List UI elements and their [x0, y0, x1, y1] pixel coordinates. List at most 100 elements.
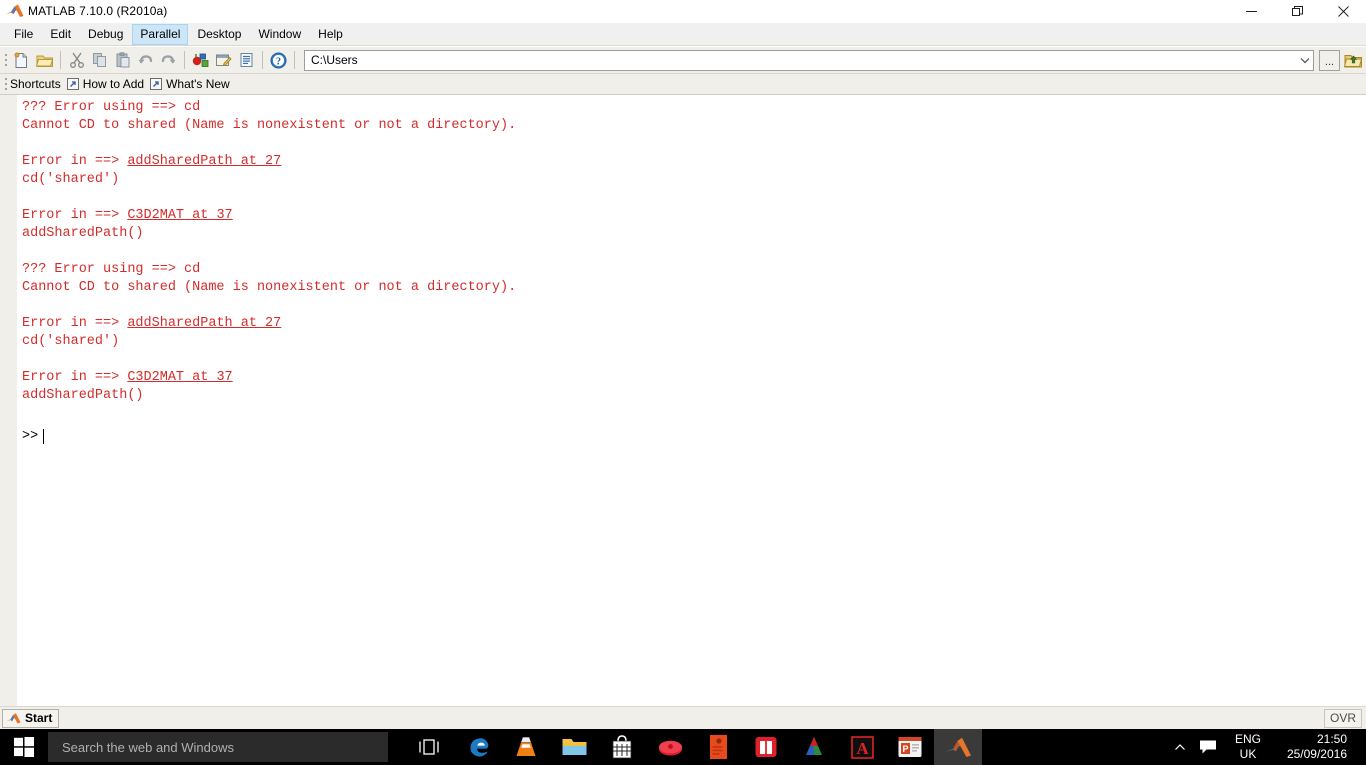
matlab-icon[interactable] — [934, 729, 982, 765]
console-line: Error in ==> C3D2MAT at 37 — [18, 369, 1366, 387]
console-line: ??? Error using ==> cd — [22, 262, 201, 277]
edge-icon[interactable] — [454, 729, 502, 765]
file-explorer-icon[interactable] — [550, 729, 598, 765]
chevron-down-icon[interactable] — [1296, 51, 1313, 70]
error-link-c3d2mat[interactable]: C3D2MAT at 37 — [127, 370, 232, 385]
guide-icon[interactable] — [212, 49, 235, 72]
copy-icon[interactable] — [88, 49, 111, 72]
matlab-status-bar: Start OVR — [0, 706, 1366, 729]
matlab-logo-icon — [6, 712, 21, 725]
menu-item-help[interactable]: Help — [310, 24, 351, 45]
new-file-icon[interactable] — [10, 49, 33, 72]
close-icon[interactable] — [1320, 0, 1366, 23]
up-one-level-icon[interactable] — [1340, 49, 1366, 72]
acrobat-icon[interactable]: A — [838, 729, 886, 765]
menu-item-desktop[interactable]: Desktop — [189, 24, 249, 45]
system-tray: ENG UK 21:50 25/09/2016 — [1167, 729, 1366, 765]
restore-icon[interactable] — [1274, 0, 1320, 23]
language-indicator[interactable]: ENG UK — [1231, 732, 1265, 762]
action-center-icon[interactable] — [1193, 739, 1223, 755]
current-directory-input[interactable] — [305, 51, 1296, 69]
taskbar-search-input[interactable] — [48, 738, 388, 756]
console-line: Cannot CD to shared (Name is nonexistent… — [22, 118, 517, 133]
simulink-icon[interactable] — [189, 49, 212, 72]
open-folder-icon[interactable] — [33, 49, 56, 72]
drive-icon[interactable] — [790, 729, 838, 765]
matlab-logo-icon — [5, 3, 25, 19]
window-title: MATLAB 7.10.0 (R2010a) — [28, 4, 168, 18]
toolbar-separator — [262, 51, 263, 69]
command-window[interactable]: ??? Error using ==> cd Cannot CD to shar… — [0, 95, 1366, 706]
shortcut-how-to-add[interactable]: How to Add — [83, 77, 144, 91]
cut-icon[interactable] — [65, 49, 88, 72]
window-controls — [1228, 0, 1366, 23]
vlc-icon[interactable] — [502, 729, 550, 765]
browse-for-folder-button[interactable]: ... — [1319, 49, 1340, 71]
console-line: cd('shared') — [22, 334, 120, 349]
toolbar-separator — [184, 51, 185, 69]
zotero-icon[interactable] — [694, 729, 742, 765]
matlab-start-label: Start — [25, 711, 53, 725]
shortcut-arrow-icon — [66, 78, 79, 90]
shortcut-arrow-icon — [150, 78, 163, 90]
console-text: Error in ==> — [22, 154, 128, 169]
menu-bar: File Edit Debug Parallel Desktop Window … — [0, 23, 1366, 46]
shortcuts-label[interactable]: Shortcuts — [10, 77, 61, 91]
show-desktop-button[interactable] — [1357, 729, 1360, 765]
error-link-addsharedpath[interactable]: addSharedPath at 27 — [127, 154, 281, 169]
command-prompt-row[interactable]: fx >> — [18, 425, 1366, 447]
taskbar-search-box[interactable] — [48, 732, 388, 762]
powerpoint-icon[interactable]: P — [886, 729, 934, 765]
shortcut-whats-new[interactable]: What's New — [166, 77, 230, 91]
show-hidden-icons-icon[interactable] — [1167, 743, 1193, 752]
menu-item-edit[interactable]: Edit — [42, 24, 79, 45]
toolbar-separator — [294, 51, 295, 69]
toolbar-grip[interactable] — [2, 49, 9, 71]
menu-item-debug[interactable]: Debug — [80, 24, 131, 45]
error-link-c3d2mat[interactable]: C3D2MAT at 37 — [127, 208, 232, 223]
menu-item-file[interactable]: File — [6, 24, 41, 45]
menu-item-parallel[interactable]: Parallel — [132, 23, 189, 45]
matlab-start-button[interactable]: Start — [2, 708, 60, 728]
windows-taskbar: A P — [0, 729, 1366, 765]
clock[interactable]: 21:50 25/09/2016 — [1273, 732, 1347, 762]
task-view-icon[interactable] — [408, 729, 450, 765]
language-line-1: ENG — [1234, 732, 1261, 746]
overwrite-mode-indicator[interactable]: OVR — [1323, 708, 1362, 728]
current-directory-field[interactable] — [304, 49, 1314, 71]
store-icon[interactable] — [598, 729, 646, 765]
console-line: ??? Error using ==> cd — [22, 100, 201, 115]
console-text: Error in ==> — [22, 316, 128, 331]
clock-date: 25/09/2016 — [1286, 747, 1347, 761]
windows-start-icon[interactable] — [0, 729, 48, 765]
paste-icon[interactable] — [111, 49, 134, 72]
undo-icon[interactable] — [134, 49, 157, 72]
mendeley-icon[interactable] — [646, 729, 694, 765]
minimize-icon[interactable] — [1228, 0, 1274, 23]
command-window-output[interactable]: ??? Error using ==> cd Cannot CD to shar… — [18, 95, 1366, 706]
redo-icon[interactable] — [157, 49, 180, 72]
shortcutbar-grip[interactable] — [2, 73, 9, 95]
console-line: Cannot CD to shared (Name is nonexistent… — [22, 280, 517, 295]
text-cursor — [43, 428, 45, 444]
console-line: Error in ==> C3D2MAT at 37 — [18, 207, 1366, 225]
toolbar-separator — [60, 51, 61, 69]
svg-text:?: ? — [276, 56, 281, 67]
menu-item-window[interactable]: Window — [250, 24, 309, 45]
svg-text:A: A — [856, 739, 869, 758]
prompt-symbol: >> — [22, 428, 39, 444]
console-line: cd('shared') — [22, 172, 120, 187]
console-line: Error in ==> addSharedPath at 27 — [18, 315, 1366, 333]
book-icon[interactable] — [742, 729, 790, 765]
console-line: Error in ==> addSharedPath at 27 — [18, 153, 1366, 171]
error-link-addsharedpath[interactable]: addSharedPath at 27 — [127, 316, 281, 331]
console-line: addSharedPath() — [22, 226, 144, 241]
help-icon[interactable]: ? — [267, 49, 290, 72]
profiler-icon[interactable] — [235, 49, 258, 72]
main-toolbar: ? ... — [0, 47, 1366, 74]
